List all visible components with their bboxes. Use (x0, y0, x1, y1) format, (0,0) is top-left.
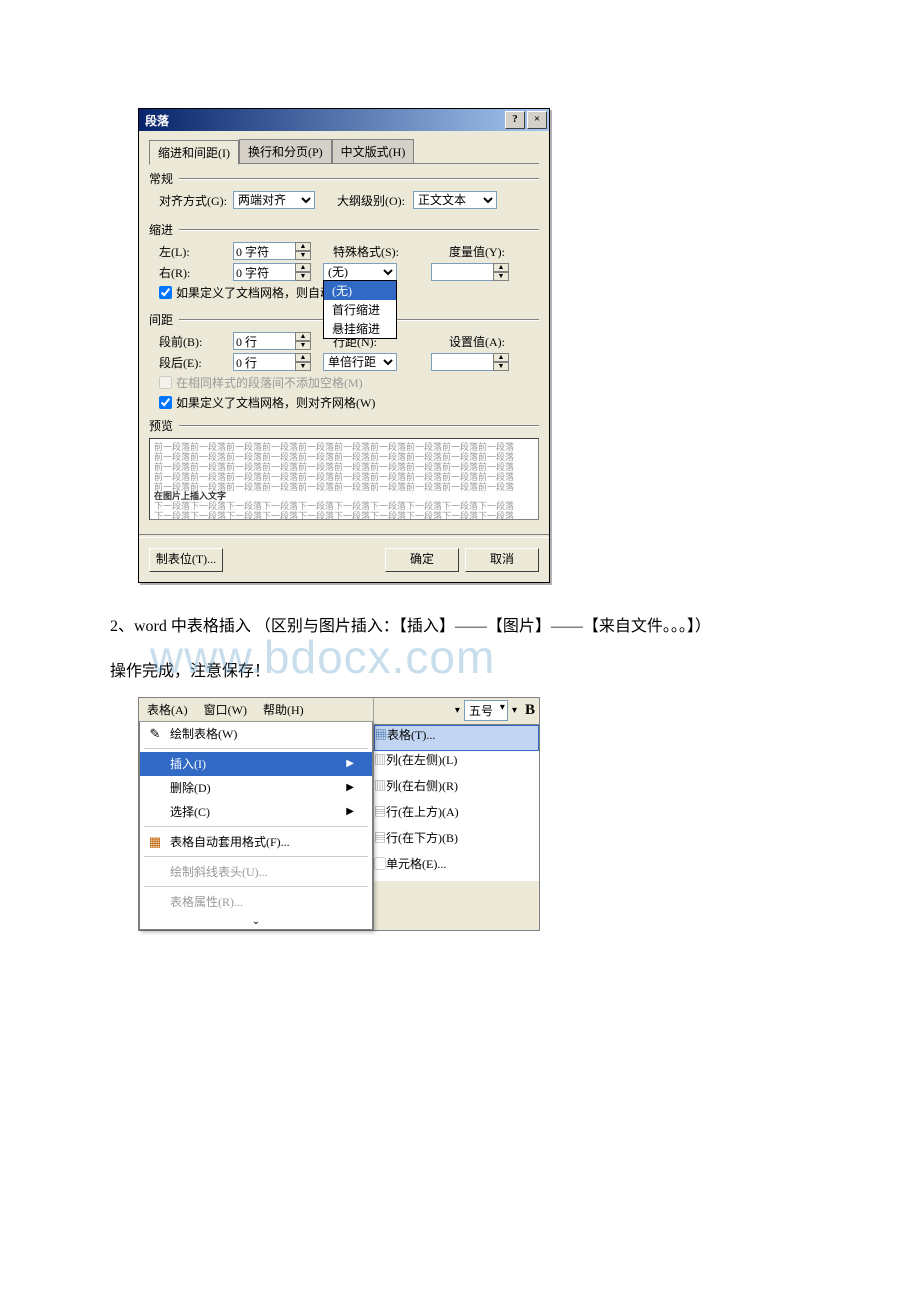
mi-delete[interactable]: 删除(D)▶ (140, 776, 372, 800)
no-space-label: 在相同样式的段落间不添加空格(M) (176, 374, 363, 391)
no-space-checkbox (159, 376, 172, 389)
set-value-label: 设置值(A): (439, 333, 521, 350)
indent-left-label: 左(L): (149, 243, 229, 260)
grid-indent-checkbox[interactable] (159, 286, 172, 299)
mi-properties: 表格属性(R)... (140, 890, 372, 914)
menu-window[interactable]: 窗口(W) (196, 698, 255, 721)
sub-table[interactable]: ▦表格(T)... (374, 725, 539, 751)
table-menu-screenshot: 表格(A) 窗口(W) 帮助(H) ✎绘制表格(W) 插入(I)▶ 删除(D)▶… (138, 697, 540, 931)
menu-help[interactable]: 帮助(H) (255, 698, 312, 721)
column-left-icon: ▥ (374, 753, 386, 767)
pencil-icon: ✎ (144, 724, 166, 744)
tabstops-button[interactable]: 制表位(T)... (149, 548, 223, 572)
body-paragraph-2: 操作完成，注意保存！ (78, 658, 880, 687)
sub-row-below[interactable]: ▤行(在下方)(B) (374, 829, 539, 855)
alignment-label: 对齐方式(G): (149, 192, 229, 209)
special-format-select[interactable]: (无) (323, 263, 397, 281)
grid-align-checkbox[interactable] (159, 396, 172, 409)
special-format-label: 特殊格式(S): (323, 243, 405, 260)
help-button[interactable]: ? (505, 111, 525, 129)
special-format-dropdown: (无) 首行缩进 悬挂缩进 (323, 280, 397, 339)
chevron-right-icon: ▶ (346, 782, 354, 793)
ok-button[interactable]: 确定 (385, 548, 459, 572)
bold-button[interactable]: B (525, 702, 535, 719)
paragraph-dialog: 段落 ? × 缩进和间距(I) 换行和分页(P) 中文版式(H) 常规 对齐方式… (138, 108, 550, 583)
group-general: 常规 (149, 170, 539, 187)
font-size-select[interactable]: 五号 (464, 700, 508, 721)
set-value-spinner[interactable]: ▲▼ (431, 353, 509, 371)
mi-insert[interactable]: 插入(I)▶ (140, 752, 372, 776)
space-after-spinner[interactable]: ▲▼ (233, 353, 311, 371)
cancel-button[interactable]: 取消 (465, 548, 539, 572)
body-paragraph-1: 2、word 中表格插入 （区别与图片插入：【插入】——【图片】——【来自文件。… (78, 613, 880, 642)
preview-box: 前一段落前一段落前一段落前一段落前一段落前一段落前一段落前一段落前一段落前一段落… (149, 438, 539, 520)
toolbar: ▾ 五号 ▾ B (374, 698, 539, 724)
tab-asian-typography[interactable]: 中文版式(H) (332, 139, 415, 163)
row-above-icon: ▤ (374, 805, 386, 819)
space-before-spinner[interactable]: ▲▼ (233, 332, 311, 350)
dialog-titlebar: 段落 ? × (139, 109, 549, 131)
tab-line-page-breaks[interactable]: 换行和分页(P) (239, 139, 332, 163)
mi-diagonal: 绘制斜线表头(U)... (140, 860, 372, 884)
table-icon: ▦ (375, 728, 387, 742)
measure-label: 度量值(Y): (439, 243, 521, 260)
expand-handle[interactable]: ⌄ (140, 914, 372, 929)
insert-submenu: ▦表格(T)... ▥列(在左侧)(L) ▥列(在右侧)(R) ▤行(在上方)(… (374, 724, 539, 881)
row-below-icon: ▤ (374, 831, 386, 845)
mi-select[interactable]: 选择(C)▶ (140, 800, 372, 824)
sub-col-right[interactable]: ▥列(在右侧)(R) (374, 777, 539, 803)
special-option-firstline[interactable]: 首行缩进 (324, 300, 396, 319)
table-format-icon: ▦ (144, 832, 166, 852)
close-button[interactable]: × (527, 111, 547, 129)
sub-col-left[interactable]: ▥列(在左侧)(L) (374, 751, 539, 777)
space-after-label: 段后(E): (149, 354, 229, 371)
cell-icon: ▢ (374, 857, 386, 871)
line-spacing-select[interactable]: 单倍行距 (323, 353, 397, 371)
dialog-tabs: 缩进和间距(I) 换行和分页(P) 中文版式(H) (149, 139, 539, 164)
group-indent: 缩进 (149, 221, 539, 238)
chevron-right-icon: ▶ (346, 806, 354, 817)
column-right-icon: ▥ (374, 779, 386, 793)
indent-right-label: 右(R): (149, 264, 229, 281)
grid-indent-label: 如果定义了文档网格，则自动调 (176, 284, 344, 301)
group-preview: 预览 (149, 417, 539, 434)
indent-right-spinner[interactable]: ▲▼ (233, 263, 311, 281)
tab-indent-spacing[interactable]: 缩进和间距(I) (149, 140, 239, 165)
chevron-right-icon: ▶ (346, 758, 354, 769)
mi-autoformat[interactable]: ▦表格自动套用格式(F)... (140, 830, 372, 854)
mi-draw-table[interactable]: ✎绘制表格(W) (140, 722, 372, 746)
sub-cell[interactable]: ▢单元格(E)... (374, 855, 539, 881)
sub-row-above[interactable]: ▤行(在上方)(A) (374, 803, 539, 829)
alignment-select[interactable]: 两端对齐 (233, 191, 315, 209)
space-before-label: 段前(B): (149, 333, 229, 350)
indent-left-spinner[interactable]: ▲▼ (233, 242, 311, 260)
special-option-none[interactable]: (无) (324, 281, 396, 300)
special-option-hanging[interactable]: 悬挂缩进 (324, 319, 396, 338)
menubar: 表格(A) 窗口(W) 帮助(H) (139, 698, 373, 722)
outline-label: 大纲级别(O): (327, 192, 409, 209)
measure-spinner[interactable]: ▲▼ (431, 263, 509, 281)
grid-align-label: 如果定义了文档网格，则对齐网格(W) (176, 394, 375, 411)
dialog-title: 段落 (145, 112, 169, 129)
menu-table[interactable]: 表格(A) (139, 698, 196, 721)
outline-select[interactable]: 正文文本 (413, 191, 497, 209)
table-dropdown: ✎绘制表格(W) 插入(I)▶ 删除(D)▶ 选择(C)▶ ▦表格自动套用格式(… (139, 722, 373, 930)
